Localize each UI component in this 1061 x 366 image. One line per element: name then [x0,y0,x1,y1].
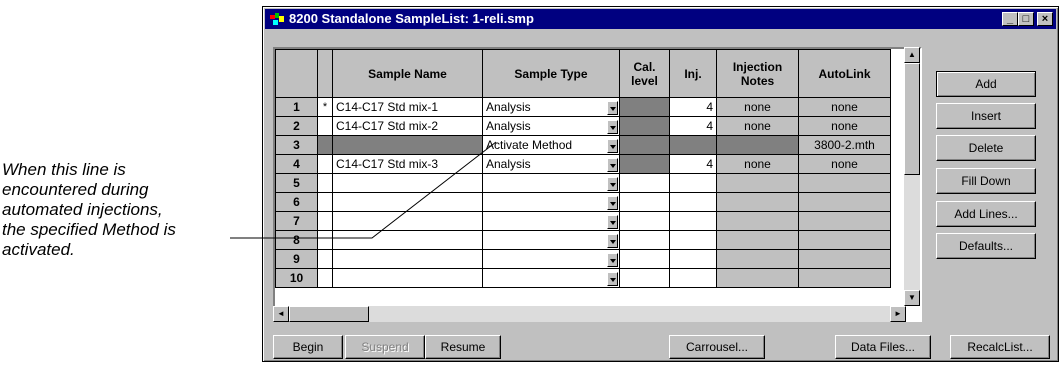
callout-leader-line [230,141,497,239]
